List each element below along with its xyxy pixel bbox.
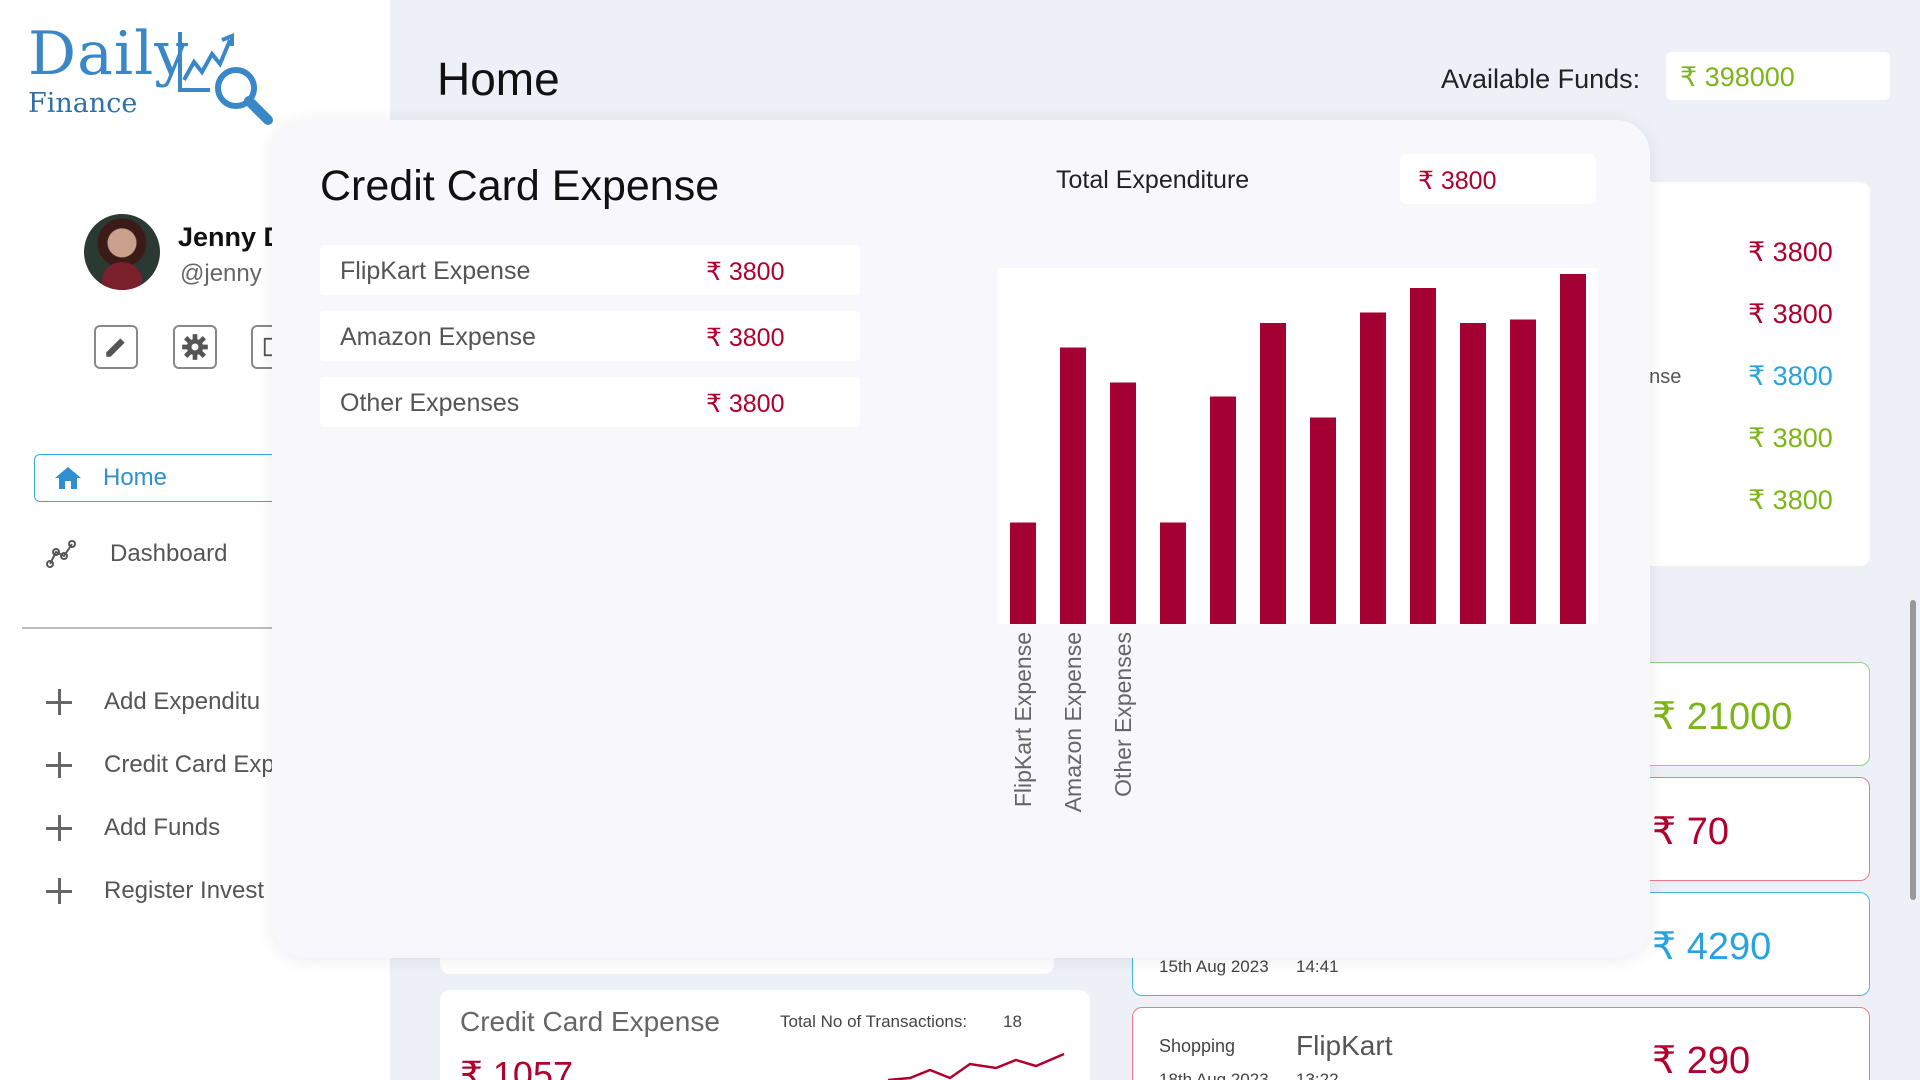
nav-action-label: Register Invest <box>104 877 265 904</box>
chart-category-label: Amazon Expense <box>1060 632 1086 812</box>
expense-name: Other Expenses <box>340 389 520 417</box>
chart-bar[interactable] <box>1160 522 1186 625</box>
user-handle: @jenny <box>180 260 262 287</box>
expense-row: FlipKart Expense ₹ 3800 <box>320 245 860 295</box>
edit-profile-button[interactable] <box>94 325 138 369</box>
plus-icon <box>46 878 72 904</box>
chart-bar[interactable] <box>1210 396 1236 625</box>
summary-value: ₹ 3800 <box>1748 423 1833 453</box>
chart-bar[interactable] <box>1460 323 1486 624</box>
nav-dashboard-label: Dashboard <box>110 540 228 567</box>
expense-row: Amazon Expense ₹ 3800 <box>320 311 860 361</box>
nav-action-label: Credit Card Exp <box>104 751 275 778</box>
chart-line-icon <box>46 540 76 568</box>
summary-value: ₹ 3800 <box>1748 237 1833 267</box>
nav-add-expenditure[interactable]: Add Expenditu <box>46 688 260 716</box>
nav-action-label: Add Expenditu <box>104 688 261 715</box>
transaction-amount: ₹ 21000 <box>1652 696 1793 738</box>
transaction-amount: ₹ 4290 <box>1652 926 1772 968</box>
summary-value: ₹ 3800 <box>1748 485 1833 515</box>
expense-name: Amazon Expense <box>340 323 536 351</box>
avatar[interactable] <box>84 214 160 290</box>
magnifier-chart-icon <box>178 32 273 125</box>
home-icon <box>55 467 81 489</box>
transaction-time: 14:41 <box>1296 957 1339 976</box>
plus-icon <box>46 689 72 715</box>
chart-bar[interactable] <box>1510 319 1536 625</box>
chart-bar[interactable] <box>1310 417 1336 625</box>
chart-category-label: Other Expenses <box>1110 632 1136 797</box>
funds-value: ₹ 398000 <box>1680 62 1795 92</box>
transaction-date: 15th Aug 2023 <box>1159 957 1269 976</box>
transactions-count-label: Total No of Transactions: <box>780 1012 968 1031</box>
popup-title: Credit Card Expense <box>320 162 720 210</box>
logo-subtext: Finance <box>28 88 138 119</box>
credit-card-summary-title: Credit Card Expense <box>460 1006 720 1037</box>
chart-plot-area <box>998 268 1598 624</box>
plus-icon <box>46 752 72 778</box>
transaction-amount: ₹ 70 <box>1652 811 1730 853</box>
chart-bar[interactable] <box>1110 382 1136 625</box>
total-expenditure-display: ₹ 3800 <box>1400 154 1596 204</box>
nav-credit-card-expense[interactable]: Credit Card Exp <box>46 751 275 779</box>
expense-value: ₹ 3800 <box>706 390 785 418</box>
chart-bar[interactable] <box>1560 274 1586 624</box>
expense-value: ₹ 3800 <box>706 258 785 286</box>
total-expenditure-label: Total Expenditure <box>1056 166 1250 194</box>
transaction-amount: ₹ 290 <box>1652 1040 1751 1080</box>
nav-action-label: Add Funds <box>104 814 221 841</box>
total-expenditure-value: ₹ 3800 <box>1418 167 1497 195</box>
chart-bar[interactable] <box>1060 347 1086 625</box>
nav-register-investment[interactable]: Register Invest <box>46 877 264 905</box>
chart-bar[interactable] <box>1410 288 1436 624</box>
settings-button[interactable] <box>173 325 217 369</box>
expense-value: ₹ 3800 <box>706 324 785 352</box>
expense-name: FlipKart Expense <box>340 257 531 285</box>
funds-label: Available Funds: <box>1441 64 1641 94</box>
gear-icon <box>182 334 208 360</box>
expense-bar-chart: FlipKart Expense Amazon Expense Other Expe… <box>998 268 1598 812</box>
chart-category-label: FlipKart Expense <box>1010 632 1036 807</box>
app-logo: Daily Finance <box>28 19 273 125</box>
expense-row: Other Expenses ₹ 3800 <box>320 377 860 427</box>
summary-value: ₹ 3800 <box>1748 361 1833 391</box>
credit-card-summary-value: ₹ 1057 <box>460 1054 573 1080</box>
funds-display: ₹ 398000 <box>1666 52 1890 100</box>
page-title: Home <box>437 53 560 105</box>
summary-value: ₹ 3800 <box>1748 299 1833 329</box>
chart-bar[interactable] <box>1010 522 1036 625</box>
nav-add-funds[interactable]: Add Funds <box>46 814 220 842</box>
pencil-icon <box>106 338 125 357</box>
plus-icon <box>46 815 72 841</box>
chart-bar[interactable] <box>1360 312 1386 625</box>
logo-text: Daily <box>28 19 190 89</box>
sparkline <box>887 1052 1065 1080</box>
user-name: Jenny D <box>178 222 284 252</box>
scrollbar[interactable] <box>1910 600 1916 900</box>
chart-bar[interactable] <box>1260 323 1286 624</box>
transaction-merchant: FlipKart <box>1296 1030 1393 1061</box>
nav-home-label: Home <box>103 464 168 491</box>
transaction-category: Shopping <box>1159 1036 1236 1056</box>
transaction-date: 18th Aug 2023 <box>1159 1070 1269 1080</box>
transaction-time: 13:22 <box>1296 1070 1339 1080</box>
transactions-count: 18 <box>1003 1012 1022 1031</box>
nav-dashboard[interactable]: Dashboard <box>46 540 227 568</box>
